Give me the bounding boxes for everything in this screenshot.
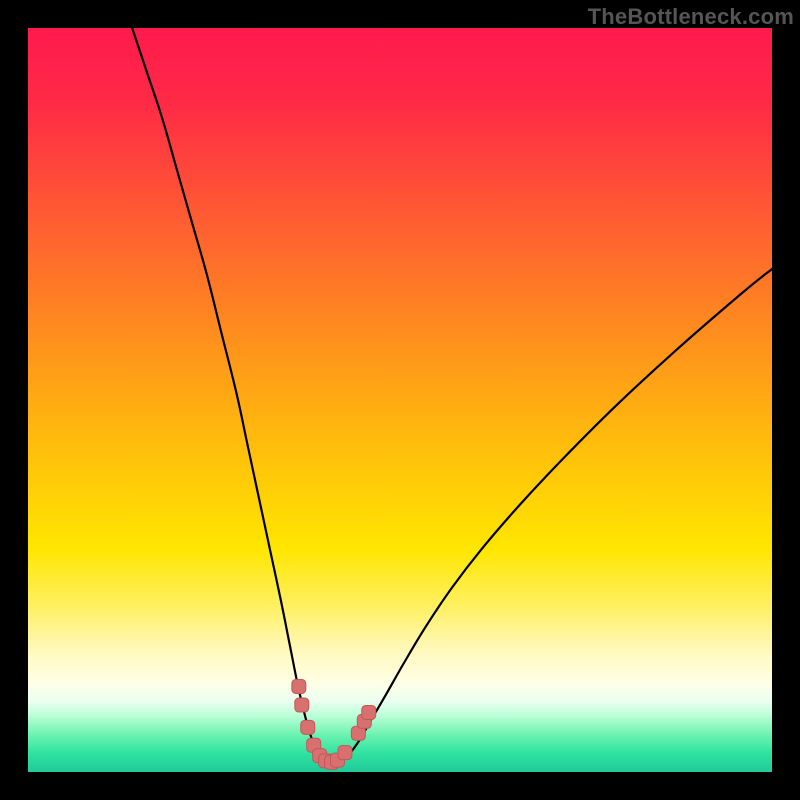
plot-area (28, 28, 772, 772)
gradient-background (28, 28, 772, 772)
chart-svg (28, 28, 772, 772)
curve-marker (292, 679, 306, 693)
chart-frame: TheBottleneck.com (0, 0, 800, 800)
curve-marker (362, 705, 376, 719)
curve-marker (301, 720, 315, 734)
watermark-text: TheBottleneck.com (588, 4, 794, 30)
curve-marker (338, 746, 352, 760)
curve-marker (295, 698, 309, 712)
